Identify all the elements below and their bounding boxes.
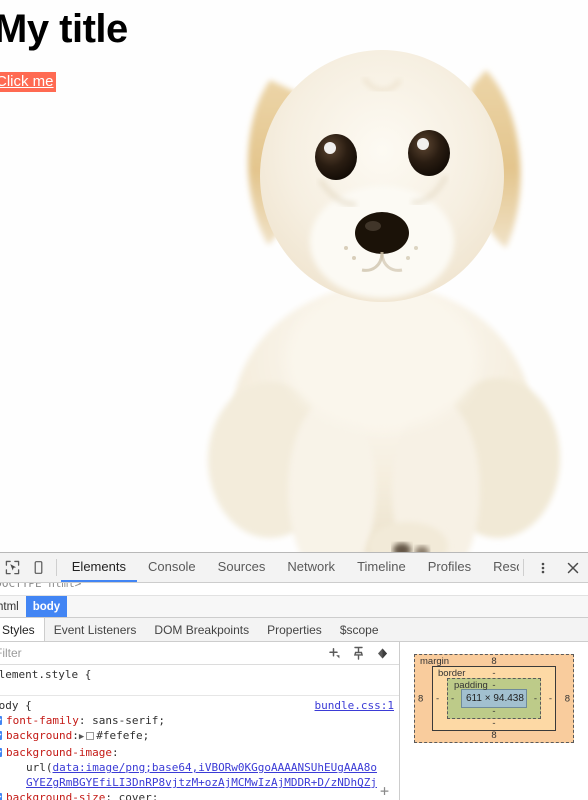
breadcrumb: html body (0, 596, 588, 618)
declaration-checkbox[interactable] (0, 748, 2, 757)
filter-icon[interactable] (375, 647, 390, 660)
padding-bottom-value[interactable]: - (448, 706, 540, 717)
declaration-background-image[interactable]: background-image: (0, 745, 399, 760)
margin-right-value[interactable]: 8 (565, 693, 570, 704)
tab-profiles[interactable]: Profiles (417, 553, 482, 582)
close-icon[interactable] (558, 553, 588, 582)
declaration-property: background-size (6, 791, 105, 800)
dom-tree-strip[interactable]: <!DOCTYPE html> (0, 583, 588, 596)
rule-selector: element.style { (0, 667, 91, 682)
rule-header: element.style { (0, 667, 399, 682)
declaration-property: font-family (6, 714, 79, 727)
expand-triangle-icon[interactable]: ▶ (79, 732, 84, 742)
box-model-diagram: margin 8 8 8 8 border - - - - padding - (414, 654, 574, 743)
padding-left-value[interactable]: - (451, 693, 454, 704)
declaration-font-family[interactable]: font-family: sans-serif; (0, 713, 399, 728)
device-toolbar-icon[interactable] (26, 553, 52, 582)
box-model-border[interactable]: border - - - - padding - - - - 611 × 94.… (432, 666, 556, 731)
breadcrumb-item-body[interactable]: body (26, 596, 67, 617)
rule-header: body { bundle.css:1 (0, 698, 399, 713)
pane-tab-dom-breakpoints[interactable]: DOM Breakpoints (145, 618, 258, 641)
doctype-node: <!DOCTYPE html> (0, 583, 81, 590)
devtools-tab-bar: Elements Console Sources Network Timelin… (61, 553, 519, 582)
tab-elements[interactable]: Elements (61, 553, 137, 582)
click-me-link[interactable]: Click me (0, 72, 56, 92)
declaration-property: background (6, 729, 72, 742)
tab-timeline[interactable]: Timeline (346, 553, 417, 582)
new-style-rule-icon[interactable] (328, 646, 342, 660)
pane-tab-scope[interactable]: $scope (331, 618, 388, 641)
pin-icon[interactable] (352, 646, 365, 660)
declaration-background[interactable]: background:▶#fefefe; (0, 728, 399, 745)
border-left-value[interactable]: - (436, 693, 439, 704)
rule-element-style[interactable]: element.style { (0, 665, 399, 696)
data-uri-link[interactable]: data:image/png;base64,iVBORw0KGgoAAAANSU… (53, 761, 378, 774)
browser-page-viewport: My title Click me (0, 0, 588, 552)
url-prefix: url( (26, 761, 53, 774)
border-right-value[interactable]: - (549, 693, 552, 704)
declaration-value[interactable]: sans-serif; (92, 714, 165, 727)
color-swatch[interactable] (86, 732, 94, 740)
tab-console[interactable]: Console (137, 553, 207, 582)
box-model-margin[interactable]: margin 8 8 8 8 border - - - - padding - (414, 654, 574, 743)
tab-sources[interactable]: Sources (207, 553, 277, 582)
click-me-link-container: Click me (0, 72, 128, 92)
add-new-rule-button[interactable]: + (380, 784, 389, 799)
declaration-value[interactable]: cover; (119, 791, 159, 800)
devtools-toolbar: Elements Console Sources Network Timelin… (0, 553, 588, 583)
margin-bottom-value[interactable]: 8 (415, 730, 573, 741)
styles-rules-list: element.style { body { bundle.css:1 font… (0, 665, 399, 800)
declaration-background-size[interactable]: background-size: cover; (0, 790, 399, 800)
declaration-value[interactable]: #fefefe; (96, 729, 149, 742)
border-bottom-value[interactable]: - (433, 718, 555, 729)
page-title: My title (0, 8, 128, 50)
inspect-element-icon[interactable] (0, 553, 26, 582)
stylesheet-source-link[interactable]: bundle.css:1 (315, 698, 394, 713)
rule-selector: body { (0, 698, 32, 713)
box-model-padding[interactable]: padding - - - - 611 × 94.438 (447, 678, 541, 719)
pane-tab-properties[interactable]: Properties (258, 618, 331, 641)
styles-filter-input[interactable] (0, 645, 328, 661)
breadcrumb-item-html[interactable]: html (0, 596, 26, 617)
puppy-background-image (150, 0, 588, 552)
toolbar-divider (56, 559, 57, 576)
page-content: My title Click me (0, 0, 128, 92)
declaration-value-line-1: url(data:image/png;base64,iVBORw0KGgoAAA… (26, 760, 399, 775)
declaration-checkbox[interactable] (0, 716, 2, 725)
sidebar-pane-tabs: Styles Event Listeners DOM Breakpoints P… (0, 618, 588, 642)
vertical-dots-icon[interactable] (528, 553, 558, 582)
declaration-checkbox[interactable] (0, 731, 2, 740)
margin-left-value[interactable]: 8 (418, 693, 423, 704)
pane-tab-styles[interactable]: Styles (0, 618, 45, 642)
tab-network[interactable]: Network (276, 553, 346, 582)
computed-box-model-column: margin 8 8 8 8 border - - - - padding - (400, 642, 588, 800)
styles-filter-row (0, 642, 399, 665)
styles-filter-icons (328, 646, 399, 660)
data-uri-link-cont[interactable]: GYEZgRmBGYEfiLI3DnRP8vjtzM+ozAjMCMwIzAjM… (26, 776, 377, 789)
declaration-property: background-image (6, 746, 112, 759)
declaration-value-line-2: GYEZgRmBGYEfiLI3DnRP8vjtzM+ozAjMCMwIzAjM… (26, 775, 399, 790)
padding-right-value[interactable]: - (534, 693, 537, 704)
tab-resources[interactable]: Resources (482, 553, 519, 582)
pane-tab-event-listeners[interactable]: Event Listeners (45, 618, 146, 641)
rule-body[interactable]: body { bundle.css:1 font-family: sans-se… (0, 696, 399, 800)
toolbar-right-group (519, 553, 588, 582)
styles-rules-column: element.style { body { bundle.css:1 font… (0, 642, 400, 800)
styles-pane-body: element.style { body { bundle.css:1 font… (0, 642, 588, 800)
padding-top-value[interactable]: - (448, 680, 540, 691)
declaration-checkbox[interactable] (0, 793, 2, 800)
devtools-panel: Elements Console Sources Network Timelin… (0, 552, 588, 800)
toolbar-divider-right (523, 559, 524, 576)
